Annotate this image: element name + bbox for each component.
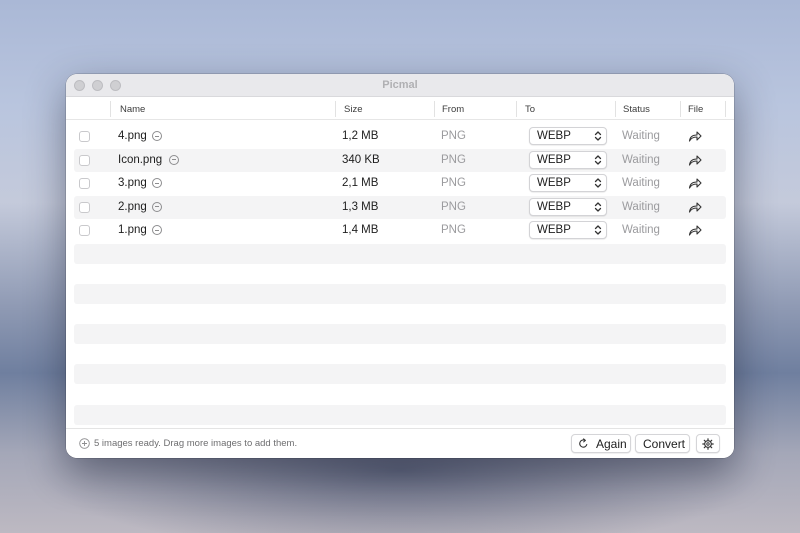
chevron-up-down-icon	[594, 201, 602, 212]
conversion-status: Waiting	[622, 177, 660, 189]
plus-circle-icon[interactable]	[79, 438, 90, 449]
file-size: 1,3 MB	[342, 200, 379, 213]
row-checkbox[interactable]	[79, 178, 90, 189]
empty-row	[74, 243, 726, 264]
table-row[interactable]: 1.png 1,4 MB PNG WEBP Waiting	[74, 219, 726, 243]
refresh-icon	[579, 438, 588, 448]
chevron-up-down-icon	[594, 178, 602, 188]
table-header: Name Size From To Status File	[66, 98, 734, 120]
share-arrow-icon[interactable]	[688, 224, 702, 236]
target-format-value: WEBP	[537, 200, 571, 213]
settings-button[interactable]	[696, 434, 720, 453]
column-divider	[516, 101, 517, 117]
table-row[interactable]: 4.png 1,2 MB PNG WEBP Waiting	[74, 125, 726, 149]
file-name: 4.png	[118, 130, 147, 142]
target-format-value: WEBP	[537, 177, 571, 189]
file-size: 340 KB	[342, 153, 380, 166]
conversion-status: Waiting	[622, 200, 660, 213]
column-header-from[interactable]: From	[442, 104, 464, 115]
remove-file-icon[interactable]	[169, 154, 179, 165]
file-size: 1,4 MB	[342, 224, 379, 236]
table-row[interactable]: 3.png 2,1 MB PNG WEBP Waiting	[74, 172, 726, 196]
row-checkbox[interactable]	[79, 131, 90, 142]
empty-row	[74, 364, 726, 385]
row-checkbox[interactable]	[79, 225, 90, 236]
row-checkbox[interactable]	[79, 201, 90, 213]
source-format: PNG	[441, 200, 466, 213]
column-divider	[680, 101, 681, 117]
file-size: 1,2 MB	[342, 130, 379, 142]
empty-row	[74, 404, 726, 425]
remove-file-icon[interactable]	[152, 225, 162, 235]
remove-file-icon[interactable]	[152, 178, 162, 188]
remove-file-icon[interactable]	[152, 131, 162, 141]
empty-row	[74, 283, 726, 304]
file-name: Icon.png	[118, 153, 163, 166]
share-arrow-icon[interactable]	[688, 201, 702, 213]
share-arrow-icon[interactable]	[688, 154, 702, 166]
column-header-size[interactable]: Size	[344, 104, 362, 115]
file-name: 1.png	[118, 224, 147, 236]
column-header-name[interactable]: Name	[120, 104, 145, 115]
column-divider	[110, 101, 111, 117]
footer-bar: 5 images ready. Drag more images to add …	[66, 428, 734, 458]
column-header-to[interactable]: To	[525, 104, 535, 115]
target-format-value: WEBP	[537, 224, 571, 236]
column-divider	[725, 101, 726, 117]
file-table: 4.png 1,2 MB PNG WEBP Waiting Icon.png 3…	[74, 125, 726, 445]
conversion-status: Waiting	[622, 130, 660, 142]
chevron-up-down-icon	[594, 154, 602, 165]
share-arrow-icon[interactable]	[688, 177, 702, 189]
empty-row	[74, 324, 726, 345]
column-header-status[interactable]: Status	[623, 104, 650, 115]
source-format: PNG	[441, 224, 466, 236]
target-format-select[interactable]: WEBP	[529, 197, 607, 216]
again-button[interactable]: Again	[571, 434, 631, 453]
target-format-value: WEBP	[537, 153, 571, 166]
gear-icon	[702, 438, 714, 450]
column-divider	[335, 101, 336, 117]
status-message: 5 images ready. Drag more images to add …	[94, 438, 298, 449]
convert-button-label: Convert	[643, 437, 686, 451]
title-bar: Picmal	[66, 74, 734, 97]
file-name: 3.png	[118, 177, 147, 189]
source-format: PNG	[441, 177, 466, 189]
app-window: Picmal Name Size From To Status File 4.p…	[66, 74, 734, 458]
chevron-up-down-icon	[594, 131, 602, 141]
conversion-status: Waiting	[622, 224, 660, 236]
convert-button[interactable]: Convert	[635, 434, 690, 453]
column-header-file[interactable]: File	[688, 104, 703, 115]
conversion-status: Waiting	[622, 153, 660, 166]
table-row[interactable]: 2.png 1,3 MB PNG WEBP Waiting	[74, 195, 726, 219]
remove-file-icon[interactable]	[152, 201, 162, 212]
table-row[interactable]: Icon.png 340 KB PNG WEBP Waiting	[74, 148, 726, 172]
window-title: Picmal	[382, 79, 418, 91]
file-name: 2.png	[118, 200, 147, 213]
target-format-select[interactable]: WEBP	[529, 127, 607, 145]
target-format-select[interactable]: WEBP	[529, 150, 607, 169]
source-format: PNG	[441, 130, 466, 142]
column-divider	[615, 101, 616, 117]
again-button-label: Again	[596, 437, 627, 451]
target-format-select[interactable]: WEBP	[529, 221, 607, 239]
target-format-select[interactable]: WEBP	[529, 174, 607, 192]
file-size: 2,1 MB	[342, 177, 379, 189]
share-arrow-icon[interactable]	[688, 130, 702, 142]
target-format-value: WEBP	[537, 130, 571, 142]
row-checkbox[interactable]	[79, 154, 90, 166]
chevron-up-down-icon	[594, 225, 602, 235]
source-format: PNG	[441, 153, 466, 166]
column-divider	[434, 101, 435, 117]
